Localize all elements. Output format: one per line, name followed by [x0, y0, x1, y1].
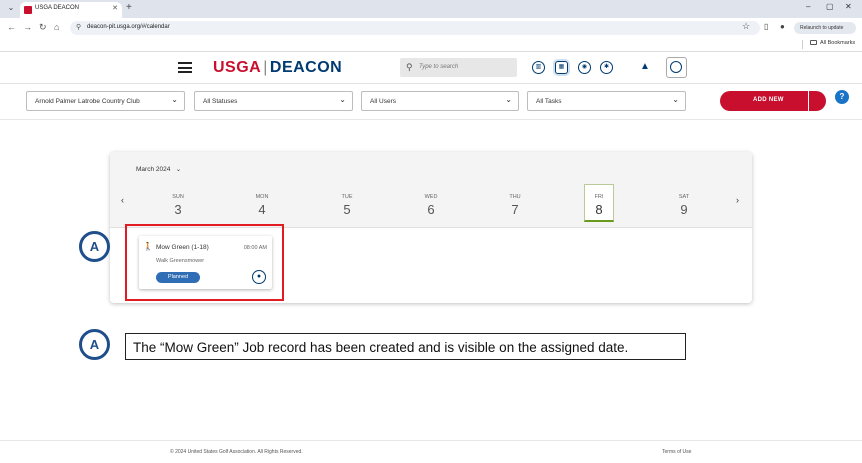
logo-separator: | — [263, 59, 268, 76]
day-name: SUN — [172, 194, 184, 200]
day-mon[interactable]: MON 4 — [247, 185, 277, 223]
new-tab-icon[interactable]: + — [126, 2, 132, 13]
day-date: 4 — [258, 202, 266, 217]
user-icon — [670, 61, 682, 73]
url-text: deacon-pit.usga.org/#/calendar — [87, 24, 170, 30]
tasks-select-value: All Tasks — [536, 98, 562, 105]
day-date: 3 — [174, 202, 182, 217]
annotation-marker-a: A — [79, 329, 110, 360]
chevron-down-icon: ⌄ — [505, 95, 512, 104]
settings-gear-icon[interactable]: ✱ — [600, 61, 613, 74]
chevron-down-icon: ⌄ — [171, 95, 178, 104]
day-name: FRI — [594, 194, 604, 200]
usga-favicon-icon — [24, 6, 32, 14]
browser-toolbar: ← → ↻ ⌂ ⚲ deacon-pit.usga.org/#/calendar… — [0, 18, 862, 38]
previous-week-icon[interactable]: ‹ — [121, 195, 124, 205]
relaunch-button[interactable]: Relaunch to update — [794, 22, 856, 34]
day-sat[interactable]: SAT 9 — [669, 185, 699, 223]
app-header: USGA | DEACON ⚲ Type to search ▥ ▦ ◉ ✱ ▲ — [0, 53, 862, 84]
day-fri-selected[interactable]: FRI 8 — [584, 184, 614, 222]
side-panel-icon[interactable]: ▯ — [764, 22, 768, 31]
day-name: WED — [424, 194, 438, 200]
close-tab-icon[interactable]: ✕ — [112, 4, 118, 12]
course-select[interactable]: Arnold Palmer Latrobe Country Club ⌄ — [26, 91, 185, 111]
maximize-icon[interactable]: ▢ — [826, 2, 834, 11]
bookmarks-bar: All Bookmarks — [0, 38, 862, 52]
users-select[interactable]: All Users ⌄ — [361, 91, 519, 111]
forward-icon[interactable]: → — [23, 22, 32, 32]
tasks-select[interactable]: All Tasks ⌄ — [527, 91, 686, 111]
add-new-dropdown-toggle[interactable] — [808, 91, 826, 111]
bookmarks-divider — [802, 40, 803, 49]
day-wed[interactable]: WED 6 — [416, 185, 446, 223]
day-thu[interactable]: THU 7 — [500, 185, 530, 223]
month-label: March 2024 — [136, 166, 171, 173]
course-select-value: Arnold Palmer Latrobe Country Club — [35, 98, 140, 105]
browser-tab-bar: ⌄ USGA DEACON ✕ + – ▢ ✕ — [0, 0, 862, 18]
day-date: 6 — [427, 202, 435, 217]
annotation-callout: The “Mow Green” Job record has been crea… — [125, 333, 686, 360]
calendar-week-header: March 2024 ⌄ ‹ SUN 3 MON 4 TUE 5 WED 6 THU 7 … — [110, 152, 752, 228]
address-bar[interactable]: ⚲ deacon-pit.usga.org/#/calendar — [70, 21, 760, 35]
user-avatar[interactable] — [666, 57, 687, 78]
site-info-icon[interactable]: ⚲ — [76, 23, 81, 31]
next-week-icon[interactable]: › — [736, 195, 739, 205]
tab-title: USGA DEACON — [35, 5, 80, 11]
minimize-icon[interactable]: – — [806, 2, 810, 11]
browser-tab[interactable]: USGA DEACON ✕ — [20, 2, 122, 18]
chevron-down-icon: ⌄ — [339, 95, 346, 104]
add-new-label: ADD NEW — [753, 97, 784, 103]
day-name: MON — [255, 194, 269, 200]
day-sun[interactable]: SUN 3 — [163, 185, 193, 223]
search-input[interactable]: ⚲ Type to search — [400, 58, 517, 77]
search-placeholder: Type to search — [419, 64, 459, 70]
add-new-button[interactable]: ADD NEW — [720, 91, 826, 111]
users-select-value: All Users — [370, 98, 397, 105]
copyright-text: © 2024 United States Golf Association. A… — [170, 449, 303, 455]
map-pin-icon[interactable]: ◉ — [578, 61, 591, 74]
calendar-icon[interactable]: ▦ — [555, 61, 568, 74]
bookmark-star-icon[interactable]: ☆ — [742, 21, 750, 32]
help-icon[interactable]: ? — [835, 90, 849, 104]
day-date: 5 — [343, 202, 351, 217]
menu-icon[interactable] — [178, 62, 192, 73]
folder-icon — [810, 40, 817, 45]
annotation-highlight-box — [125, 224, 284, 301]
day-date: 7 — [511, 202, 519, 217]
day-date: 9 — [680, 202, 688, 217]
day-name: TUE — [341, 194, 353, 200]
logo-deacon: DEACON — [269, 59, 343, 76]
status-select[interactable]: All Statuses ⌄ — [194, 91, 353, 111]
notification-bell-icon[interactable]: ▲ — [640, 61, 650, 72]
terms-of-use-link[interactable]: Terms of Use — [662, 449, 691, 455]
day-date: 8 — [595, 202, 603, 217]
day-name: SAT — [678, 194, 690, 200]
status-select-value: All Statuses — [203, 98, 238, 105]
relaunch-label: Relaunch to update — [800, 25, 844, 31]
search-icon: ⚲ — [406, 62, 413, 72]
callout-text: The “Mow Green” Job record has been crea… — [133, 340, 629, 355]
all-bookmarks-label: All Bookmarks — [820, 40, 856, 46]
footer-divider — [0, 440, 862, 441]
back-icon[interactable]: ← — [7, 22, 16, 32]
day-tue[interactable]: TUE 5 — [332, 185, 362, 223]
usga-deacon-logo[interactable]: USGA | DEACON — [213, 59, 342, 77]
chevron-down-icon: ⌄ — [175, 166, 182, 173]
profile-icon[interactable]: ● — [780, 22, 785, 31]
day-name: THU — [509, 194, 521, 200]
close-window-icon[interactable]: ✕ — [845, 2, 852, 11]
chevron-down-icon: ⌄ — [672, 95, 679, 104]
all-bookmarks-button[interactable]: All Bookmarks — [810, 40, 855, 46]
filter-divider — [0, 119, 862, 120]
reload-icon[interactable]: ↻ — [39, 22, 47, 33]
home-icon[interactable]: ⌂ — [54, 22, 59, 32]
logo-usga: USGA — [213, 59, 262, 76]
tab-search-icon[interactable]: ⌄ — [4, 3, 18, 15]
dashboard-icon[interactable]: ▥ — [532, 61, 545, 74]
month-selector[interactable]: March 2024 ⌄ — [136, 165, 181, 173]
annotation-marker-a: A — [79, 231, 110, 262]
